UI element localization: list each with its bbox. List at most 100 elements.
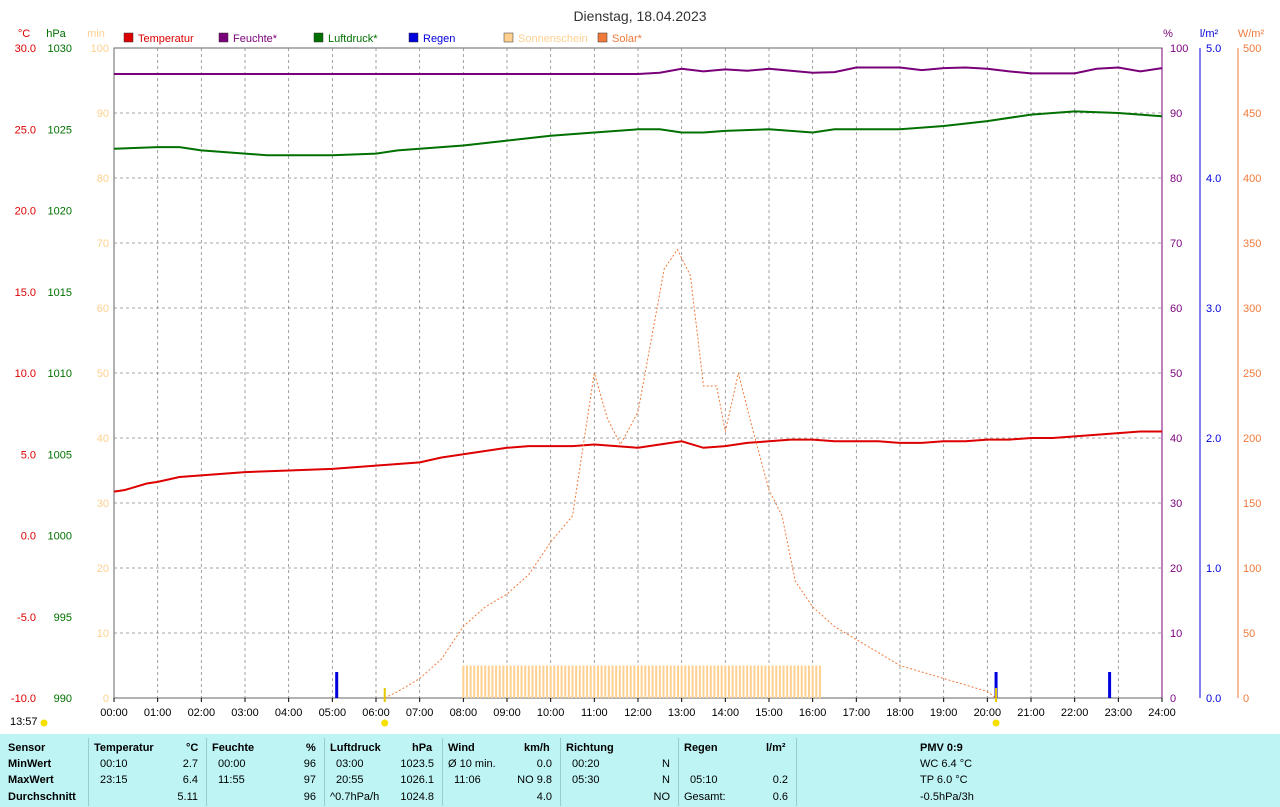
humidity-tick-label: 80: [1170, 173, 1182, 185]
rain-total-value: 0.6: [772, 791, 788, 803]
sunshine-bar: [742, 665, 745, 698]
pressure-tick-label: 1020: [48, 206, 72, 218]
legend-label: Regen: [423, 33, 455, 45]
sunshine-bar: [717, 665, 720, 698]
legend-swatch: [123, 32, 134, 43]
humidity-tick-label: 60: [1170, 303, 1182, 315]
rain-total-label: Gesamt:: [684, 791, 726, 803]
rain-tick-label: 1.0: [1206, 563, 1221, 575]
sunshine-bar: [586, 665, 589, 698]
sunshine-bar: [542, 665, 545, 698]
sunshine-bar: [778, 665, 781, 698]
sunshine-bar: [506, 665, 508, 698]
direction-header: Richtung: [566, 742, 614, 754]
sunshine-bar: [644, 665, 647, 698]
pressure-tick-label: 1025: [48, 124, 72, 136]
sunshine-bar: [749, 665, 752, 698]
direction-max-value: N: [662, 774, 670, 786]
temperature-avg: 5.11: [177, 791, 198, 803]
sunshine-bar: [804, 665, 807, 698]
sunshine-bar: [684, 665, 687, 698]
sunshine-tick-label: 70: [97, 238, 109, 250]
sunshine-bar: [546, 665, 549, 698]
pressure-tick-label: 1015: [48, 287, 72, 299]
sunshine-bar: [811, 665, 814, 698]
x-tick-label: 14:00: [712, 707, 740, 719]
temperature-tick-label: 25.0: [15, 124, 36, 136]
x-tick-label: 01:00: [144, 707, 172, 719]
x-tick-label: 21:00: [1017, 707, 1045, 719]
solar-tick-label: 250: [1243, 368, 1261, 380]
temperature-unit-label: °C: [18, 28, 30, 40]
sunshine-bar: [629, 665, 632, 698]
sunshine-bar: [498, 665, 501, 698]
x-tick-label: 11:00: [581, 707, 608, 719]
pressure-max-value: 1026.1: [400, 774, 434, 786]
sensor-max-label: MaxWert: [8, 774, 54, 786]
sunshine-bar: [611, 665, 614, 698]
rain-bar: [1108, 672, 1112, 698]
temperature-min-time: 00:10: [100, 758, 128, 770]
sunshine-bar: [680, 665, 683, 698]
sunshine-bar: [691, 665, 694, 698]
humidity-tick-label: 10: [1170, 628, 1182, 640]
sunshine-bar: [702, 665, 705, 698]
sunshine-bar: [738, 665, 741, 698]
sunshine-tick-label: 80: [97, 173, 109, 185]
statistics-panel: Sensor MinWert MaxWert Durchschnitt Temp…: [0, 734, 1280, 807]
rain-tick-label: 5.0: [1206, 43, 1221, 55]
sunshine-bar: [509, 665, 512, 698]
x-tick-label: 19:00: [930, 707, 958, 719]
solar-tick-label: 400: [1243, 173, 1261, 185]
humidity-tick-label: 20: [1170, 563, 1182, 575]
x-tick-label: 00:00: [100, 707, 128, 719]
humidity-max-value: 97: [303, 774, 316, 786]
legend-label: Luftdruck*: [328, 33, 378, 45]
current-time-label: 13:57: [10, 716, 38, 728]
rain-max-value: 0.2: [772, 774, 788, 786]
sunshine-bar: [607, 665, 610, 698]
sunshine-tick-label: 50: [97, 368, 109, 380]
sunshine-bar: [687, 665, 690, 698]
sunshine-tick-label: 40: [97, 433, 109, 445]
temperature-min-value: 2.7: [182, 758, 198, 770]
x-tick-label: 13:00: [668, 707, 696, 719]
legend-label: Sonnenschein: [518, 33, 588, 45]
x-tick-label: 15:00: [755, 707, 783, 719]
sunshine-bar: [578, 665, 581, 698]
legend-swatch: [313, 32, 324, 43]
temperature-max-value: 6.4: [182, 774, 198, 786]
rain-bar: [335, 672, 339, 698]
sunshine-bar: [666, 665, 669, 698]
sunshine-tick-label: 10: [97, 628, 109, 640]
wind-max-time: 11:06: [454, 774, 481, 786]
sunshine-tick-label: 0: [103, 693, 109, 705]
humidity-tick-label: 40: [1170, 433, 1182, 445]
x-tick-label: 18:00: [886, 707, 914, 719]
x-tick-label: 23:00: [1105, 707, 1133, 719]
x-tick-label: 22:00: [1061, 707, 1089, 719]
solar-tick-label: 200: [1243, 433, 1261, 445]
humidity-min-time: 00:00: [218, 758, 246, 770]
pressure-unit: hPa: [412, 742, 433, 754]
sunshine-bar: [513, 665, 516, 698]
sunshine-bar: [786, 665, 789, 698]
sunshine-bar: [640, 665, 643, 698]
sensor-avg-label: Durchschnitt: [8, 791, 76, 803]
x-tick-label: 16:00: [799, 707, 827, 719]
rain-unit-label: l/m²: [1200, 28, 1219, 40]
sunshine-bar: [618, 665, 621, 698]
sunshine-bar: [484, 665, 487, 698]
sunshine-bar: [713, 665, 716, 698]
sensor-min-label: MinWert: [8, 758, 52, 770]
temperature-tick-label: 30.0: [15, 43, 36, 55]
sunshine-bar: [516, 665, 519, 698]
sunshine-bar: [476, 665, 479, 698]
sunshine-bar: [768, 665, 770, 698]
sunshine-bar: [487, 665, 490, 698]
sunshine-bar: [808, 665, 811, 698]
direction-avg: NO: [653, 791, 671, 803]
sunshine-tick-label: 90: [97, 108, 109, 120]
direction-min-value: N: [662, 758, 670, 770]
pressure-tick-label: 1000: [48, 531, 72, 543]
